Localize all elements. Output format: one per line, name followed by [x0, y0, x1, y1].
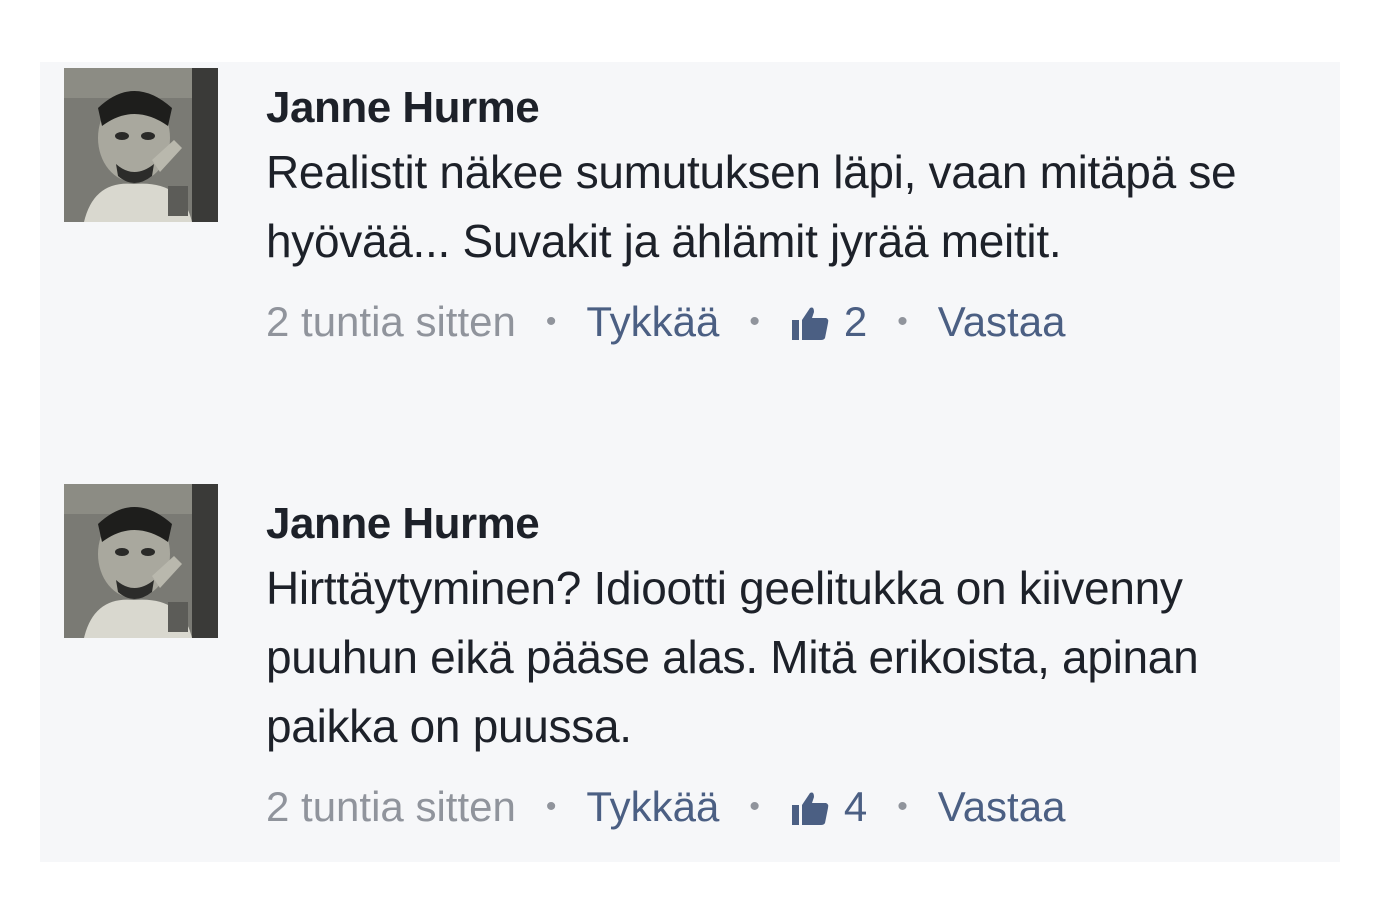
- comment-timestamp[interactable]: 2 tuntia sitten: [266, 294, 516, 350]
- avatar[interactable]: [64, 484, 218, 638]
- comment-author[interactable]: Janne Hurme: [266, 496, 1326, 552]
- like-button[interactable]: Tykkää: [586, 294, 719, 350]
- separator-dot: •: [749, 790, 760, 823]
- separator-dot: •: [749, 305, 760, 338]
- separator-dot: •: [545, 790, 557, 823]
- comment-actions: 2 tuntia sitten • Tykkää • 4 • Vastaa: [266, 779, 1326, 835]
- reply-button[interactable]: Vastaa: [938, 294, 1066, 350]
- separator-dot: •: [545, 305, 557, 338]
- profile-photo-icon: [64, 484, 218, 638]
- like-count[interactable]: 2: [844, 294, 867, 350]
- thumbs-up-icon[interactable]: [790, 787, 830, 827]
- like-button[interactable]: Tykkää: [586, 779, 719, 835]
- like-count[interactable]: 4: [844, 779, 867, 835]
- thumbs-up-icon[interactable]: [790, 302, 830, 342]
- comment-timestamp[interactable]: 2 tuntia sitten: [266, 779, 516, 835]
- separator-dot: •: [897, 790, 908, 823]
- comment-text: Hirttäytyminen? Idiootti geelitukka on k…: [266, 562, 1199, 752]
- comment-author[interactable]: Janne Hurme: [266, 80, 1326, 136]
- reply-button[interactable]: Vastaa: [938, 779, 1066, 835]
- comment-text: Realistit näkee sumutuksen läpi, vaan mi…: [266, 146, 1237, 267]
- comment-actions: 2 tuntia sitten • Tykkää • 2 • Vastaa: [266, 294, 1326, 350]
- profile-photo-icon: [64, 68, 218, 222]
- separator-dot: •: [897, 305, 908, 338]
- avatar[interactable]: [64, 68, 218, 222]
